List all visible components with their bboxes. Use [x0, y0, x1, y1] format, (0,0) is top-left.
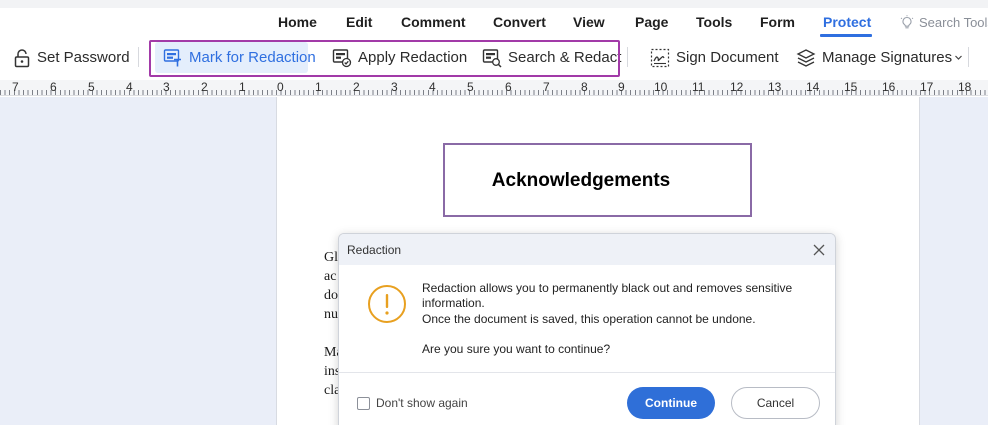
- dialog-header: Redaction: [339, 234, 835, 265]
- ruler-label: 4: [126, 80, 133, 94]
- menu-page[interactable]: Page: [635, 14, 668, 30]
- protect-toolbar: Set Password Mark for Redaction Apply Re…: [0, 39, 988, 80]
- continue-button[interactable]: Continue: [627, 387, 715, 419]
- ruler-label: 8: [581, 80, 588, 94]
- set-password-button[interactable]: Set Password: [13, 39, 130, 76]
- title-strip: [0, 0, 988, 8]
- menu-edit[interactable]: Edit: [346, 14, 372, 30]
- ruler-label: 6: [50, 80, 57, 94]
- menu-view[interactable]: View: [573, 14, 605, 30]
- dialog-message-line: Redaction allows you to permanently blac…: [422, 281, 793, 295]
- lightbulb-icon: [900, 15, 914, 29]
- menu-bar: Home Edit Comment Convert View Page Tool…: [0, 8, 988, 39]
- ruler-label: 3: [163, 80, 170, 94]
- sign-document-label: Sign Document: [676, 49, 779, 66]
- sign-document-button[interactable]: Sign Document: [650, 39, 779, 76]
- menu-protect[interactable]: Protect: [823, 14, 871, 30]
- menu-home[interactable]: Home: [278, 14, 317, 30]
- sign-document-icon: [650, 48, 670, 67]
- ruler-label: 13: [768, 80, 782, 94]
- manage-signatures-button[interactable]: Manage Signatures: [796, 39, 963, 76]
- document-heading: Acknowledgements: [491, 170, 671, 191]
- ruler-label: 4: [429, 80, 436, 94]
- ruler-label: 7: [12, 80, 19, 94]
- ruler-label: 6: [505, 80, 512, 94]
- lock-icon: [14, 48, 30, 67]
- ruler-label: 2: [201, 80, 208, 94]
- ruler-label: 15: [844, 80, 858, 94]
- ruler-label: 18: [958, 80, 972, 94]
- ruler-label: 1: [315, 80, 322, 94]
- toolbar-divider: [968, 47, 969, 67]
- body-text-fragment: nu: [324, 307, 338, 322]
- toolbar-divider: [627, 47, 628, 67]
- ruler-label: 9: [618, 80, 625, 94]
- dont-show-again-checkbox[interactable]: [357, 397, 370, 410]
- cancel-button[interactable]: Cancel: [731, 387, 820, 419]
- chevron-down-icon: [955, 55, 963, 60]
- active-tab-indicator: [820, 34, 872, 37]
- ruler-label: 1: [239, 80, 246, 94]
- menu-convert[interactable]: Convert: [493, 14, 546, 30]
- body-text-fragment: Gl: [324, 250, 338, 265]
- dialog-message-line: information.: [422, 296, 485, 310]
- ruler-label: 2: [353, 80, 360, 94]
- redaction-tools-frame: [149, 40, 620, 77]
- dialog-title: Redaction: [347, 243, 402, 257]
- redaction-dialog: Redaction Redaction allows you to perman…: [338, 233, 836, 425]
- dialog-message-line: Once the document is saved, this operati…: [422, 312, 756, 326]
- set-password-label: Set Password: [37, 49, 130, 66]
- menu-form[interactable]: Form: [760, 14, 795, 30]
- manage-signatures-label: Manage Signatures: [822, 49, 953, 66]
- heading-selection-box[interactable]: Acknowledgements: [443, 143, 752, 217]
- dialog-divider: [339, 372, 835, 373]
- menu-comment[interactable]: Comment: [401, 14, 466, 30]
- dialog-question: Are you sure you want to continue?: [422, 342, 611, 356]
- close-icon[interactable]: [811, 242, 827, 258]
- ruler-label: 5: [467, 80, 474, 94]
- dont-show-again-label[interactable]: Don't show again: [376, 396, 468, 410]
- app-window: Home Edit Comment Convert View Page Tool…: [0, 0, 988, 425]
- body-text-fragment: do: [324, 288, 338, 303]
- toolbar-divider: [138, 47, 139, 67]
- warning-icon: [368, 285, 406, 323]
- ruler-label: 17: [920, 80, 934, 94]
- manage-signatures-icon: [796, 48, 816, 67]
- search-tools-label: Search Tools: [919, 15, 988, 30]
- menu-tools[interactable]: Tools: [696, 14, 732, 30]
- ruler-ticks: [0, 90, 988, 95]
- horizontal-ruler: 7 6 5 4 3 2 1 0 1 2 3 4 5 6 7 8 9 10 11 …: [0, 80, 988, 96]
- ruler-label: 14: [806, 80, 820, 94]
- ruler-label: 0: [277, 80, 284, 94]
- body-text-fragment: ac: [324, 269, 337, 284]
- ruler-label: 7: [543, 80, 550, 94]
- ruler-label: 16: [882, 80, 896, 94]
- ruler-label: 10: [654, 80, 668, 94]
- ruler-label: 3: [391, 80, 398, 94]
- ruler-label: 11: [692, 80, 705, 94]
- ruler-label: 5: [88, 80, 95, 94]
- ruler-label: 12: [730, 80, 744, 94]
